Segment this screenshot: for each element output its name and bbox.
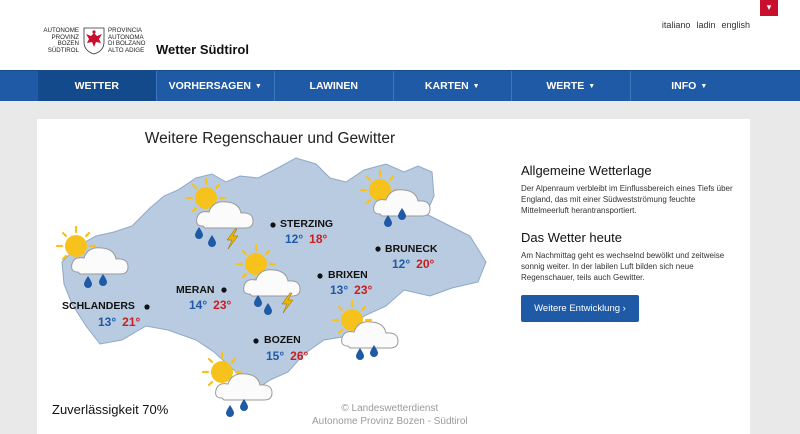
forecast-sidebar: Allgemeine Wetterlage Der Alpenraum verb…: [521, 163, 741, 283]
reliability-label: Zuverlässigkeit 70%: [52, 402, 169, 417]
temps-brixen: 13° 23°: [330, 283, 373, 297]
city-label-meran: MERAN: [176, 284, 215, 296]
city-label-sterzing: STERZING: [280, 218, 334, 230]
temps-meran: 14° 23°: [189, 298, 232, 312]
today-text: Am Nachmittag geht es wechselnd bewölkt …: [521, 251, 725, 282]
city-label-bozen: BOZEN: [264, 334, 301, 346]
today-heading: Das Wetter heute: [521, 230, 622, 245]
temps-schlanders: 13° 21°: [98, 315, 141, 329]
temps-bruneck: 12° 20°: [392, 257, 435, 271]
temps-bozen: 15° 26°: [266, 349, 309, 363]
city-label-bruneck: BRUNECK: [385, 243, 438, 255]
general-situation-text: Der Alpenraum verbleibt im Einflussberei…: [521, 184, 733, 215]
temps-sterzing: 12° 18°: [285, 232, 328, 246]
map-credit: © Landeswetterdienst Autonome Provinz Bo…: [312, 403, 468, 427]
general-situation-heading: Allgemeine Wetterlage: [521, 163, 652, 178]
further-development-button[interactable]: Weitere Entwicklung ›: [521, 295, 639, 322]
city-label-schlanders: SCHLANDERS: [62, 300, 135, 312]
city-label-brixen: BRIXEN: [328, 269, 368, 281]
